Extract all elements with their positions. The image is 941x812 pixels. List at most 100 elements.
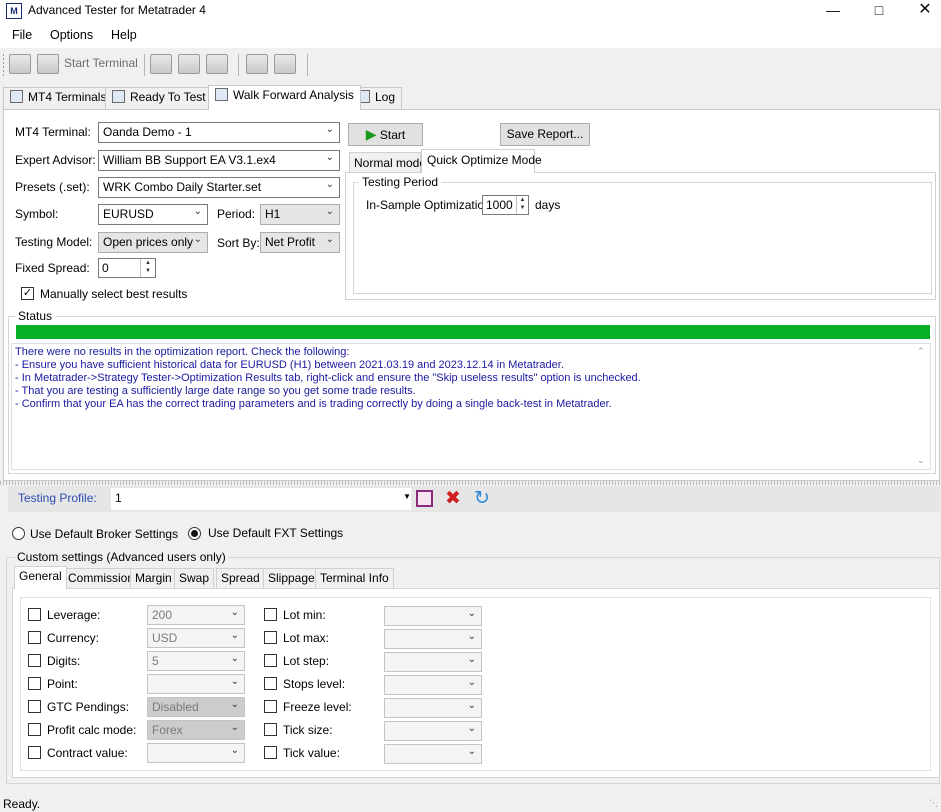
point-checkbox[interactable] [28, 677, 41, 690]
lot-min-checkbox[interactable] [264, 608, 277, 621]
leverage-checkbox[interactable] [28, 608, 41, 621]
title-bar: M Advanced Tester for Metatrader 4 — □ ✕ [0, 0, 941, 22]
tick-size-select[interactable]: ⌄ [384, 721, 482, 741]
splitter[interactable] [0, 481, 941, 485]
mt4-terminal-select[interactable]: Oanda Demo - 1 ⌄ [98, 122, 340, 143]
minimize-icon[interactable]: — [810, 0, 856, 22]
period-label: Period: [217, 207, 256, 221]
symbol-select[interactable]: EURUSD ⌄ [98, 204, 208, 225]
add-terminal-icon[interactable] [9, 54, 31, 74]
chevron-down-icon: ⌄ [467, 654, 476, 665]
spin-arrows-icon[interactable]: ▲ ▼ [516, 196, 528, 214]
lot-max-select[interactable]: ⌄ [384, 629, 482, 649]
freeze-level-select[interactable]: ⌄ [384, 698, 482, 718]
start-button[interactable]: ▶ Start [348, 123, 423, 146]
sort-by-select[interactable]: Net Profit ⌄ [260, 232, 340, 253]
tab-quick-optimize-mode[interactable]: Quick Optimize Mode [421, 149, 542, 173]
edit-icon[interactable] [150, 54, 172, 74]
scroll-up-icon[interactable]: ⌃ [917, 346, 925, 357]
testing-model-select[interactable]: Open prices only ⌄ [98, 232, 208, 253]
tab-label: Ready To Test [130, 90, 206, 104]
tab-terminal-info[interactable]: Terminal Info [315, 568, 394, 588]
tab-margin[interactable]: Margin [130, 568, 177, 588]
stops-level-select[interactable]: ⌄ [384, 675, 482, 695]
custom-settings-title: Custom settings (Advanced users only) [15, 550, 228, 564]
menu-options[interactable]: Options [50, 28, 93, 42]
currency-checkbox[interactable] [28, 631, 41, 644]
settings-icon[interactable] [274, 54, 296, 74]
tab-general[interactable]: General [14, 566, 67, 589]
testing-profile-select[interactable]: 1 ▼ [111, 488, 411, 510]
profit-calc-mode-checkbox[interactable] [28, 723, 41, 736]
tab-label: MT4 Terminals [28, 90, 107, 104]
menu-help[interactable]: Help [111, 28, 137, 42]
tab-commission[interactable]: Commission [63, 568, 140, 588]
manual-select-checkbox[interactable]: ✓ [21, 287, 34, 300]
tab-ready-to-test[interactable]: Ready To Test [105, 87, 213, 109]
lot-step-checkbox[interactable] [264, 654, 277, 667]
chevron-down-icon: ⌄ [467, 608, 476, 619]
remove-icon[interactable] [206, 54, 228, 74]
presets-select[interactable]: WRK Combo Daily Starter.set ⌄ [98, 177, 340, 198]
contract-value-checkbox[interactable] [28, 746, 41, 759]
terminal-icon [10, 90, 23, 103]
dropdown-arrow-icon: ▼ [403, 492, 411, 501]
contract-value-label: Contract value: [47, 746, 128, 760]
view-icon[interactable] [246, 54, 268, 74]
profit-calc-mode-select[interactable]: Forex ⌄ [147, 720, 245, 740]
gtc-pendings-checkbox[interactable] [28, 700, 41, 713]
stops-level-checkbox[interactable] [264, 677, 277, 690]
tab-slippage[interactable]: Slippage [263, 568, 320, 588]
testing-period-title: Testing Period [359, 175, 442, 189]
status-title: Status [15, 309, 56, 323]
fixed-spread-value: 0 [102, 261, 109, 275]
gtc-pendings-select[interactable]: Disabled ⌄ [147, 697, 245, 717]
profit-calc-mode-label: Profit calc mode: [47, 723, 137, 737]
contract-value-select[interactable]: ⌄ [147, 743, 245, 763]
currency-select[interactable]: USD ⌄ [147, 628, 245, 648]
chevron-down-icon: ⌄ [230, 653, 239, 664]
digits-checkbox[interactable] [28, 654, 41, 667]
period-select[interactable]: H1 ⌄ [260, 204, 340, 225]
tab-normal-mode[interactable]: Normal mode [349, 152, 426, 172]
leverage-select[interactable]: 200 ⌄ [147, 605, 245, 625]
tab-walk-forward-analysis[interactable]: Walk Forward Analysis [208, 85, 361, 110]
tab-spread[interactable]: Spread [216, 568, 265, 588]
lot-min-select[interactable]: ⌄ [384, 606, 482, 626]
maximize-icon[interactable]: □ [856, 0, 902, 22]
spin-arrows-icon[interactable]: ▲ ▼ [140, 259, 155, 277]
refresh-icon[interactable]: ↻ [474, 487, 490, 510]
start-terminal-button[interactable]: Start Terminal [64, 56, 138, 70]
lot-max-checkbox[interactable] [264, 631, 277, 644]
copy-icon[interactable] [178, 54, 200, 74]
lot-step-select[interactable]: ⌄ [384, 652, 482, 672]
tick-value-checkbox[interactable] [264, 746, 277, 759]
resize-grip-icon[interactable]: ⋱ [929, 798, 938, 809]
digits-select[interactable]: 5 ⌄ [147, 651, 245, 671]
delete-icon[interactable]: ✖ [445, 487, 461, 510]
menu-file[interactable]: File [12, 28, 32, 42]
expert-advisor-select[interactable]: William BB Support EA V3.1.ex4 ⌄ [98, 150, 340, 171]
tick-size-checkbox[interactable] [264, 723, 277, 736]
progress-bar [16, 325, 930, 339]
chevron-down-icon: ⌄ [467, 631, 476, 642]
window-title: Advanced Tester for Metatrader 4 [28, 3, 206, 17]
tick-value-select[interactable]: ⌄ [384, 744, 482, 764]
close-icon[interactable]: ✕ [902, 0, 941, 22]
fixed-spread-stepper[interactable]: 0 ▲ ▼ [98, 258, 156, 278]
save-report-button[interactable]: Save Report... [500, 123, 590, 146]
default-broker-radio[interactable] [12, 527, 25, 540]
scroll-down-icon[interactable]: ⌄ [917, 455, 925, 466]
default-fxt-radio[interactable] [188, 527, 201, 540]
symbol-label: Symbol: [15, 207, 59, 221]
start-terminal-icon[interactable] [37, 54, 59, 74]
currency-label: Currency: [47, 631, 100, 645]
gtc-pendings-value: Disabled [152, 700, 199, 714]
tab-mt4-terminals[interactable]: MT4 Terminals [3, 87, 114, 109]
freeze-level-checkbox[interactable] [264, 700, 277, 713]
tab-swap[interactable]: Swap [174, 568, 215, 588]
in-sample-stepper[interactable]: 1000 ▲ ▼ [482, 195, 529, 215]
point-select[interactable]: ⌄ [147, 674, 245, 694]
save-icon[interactable] [416, 490, 433, 507]
digits-label: Digits: [47, 654, 81, 668]
